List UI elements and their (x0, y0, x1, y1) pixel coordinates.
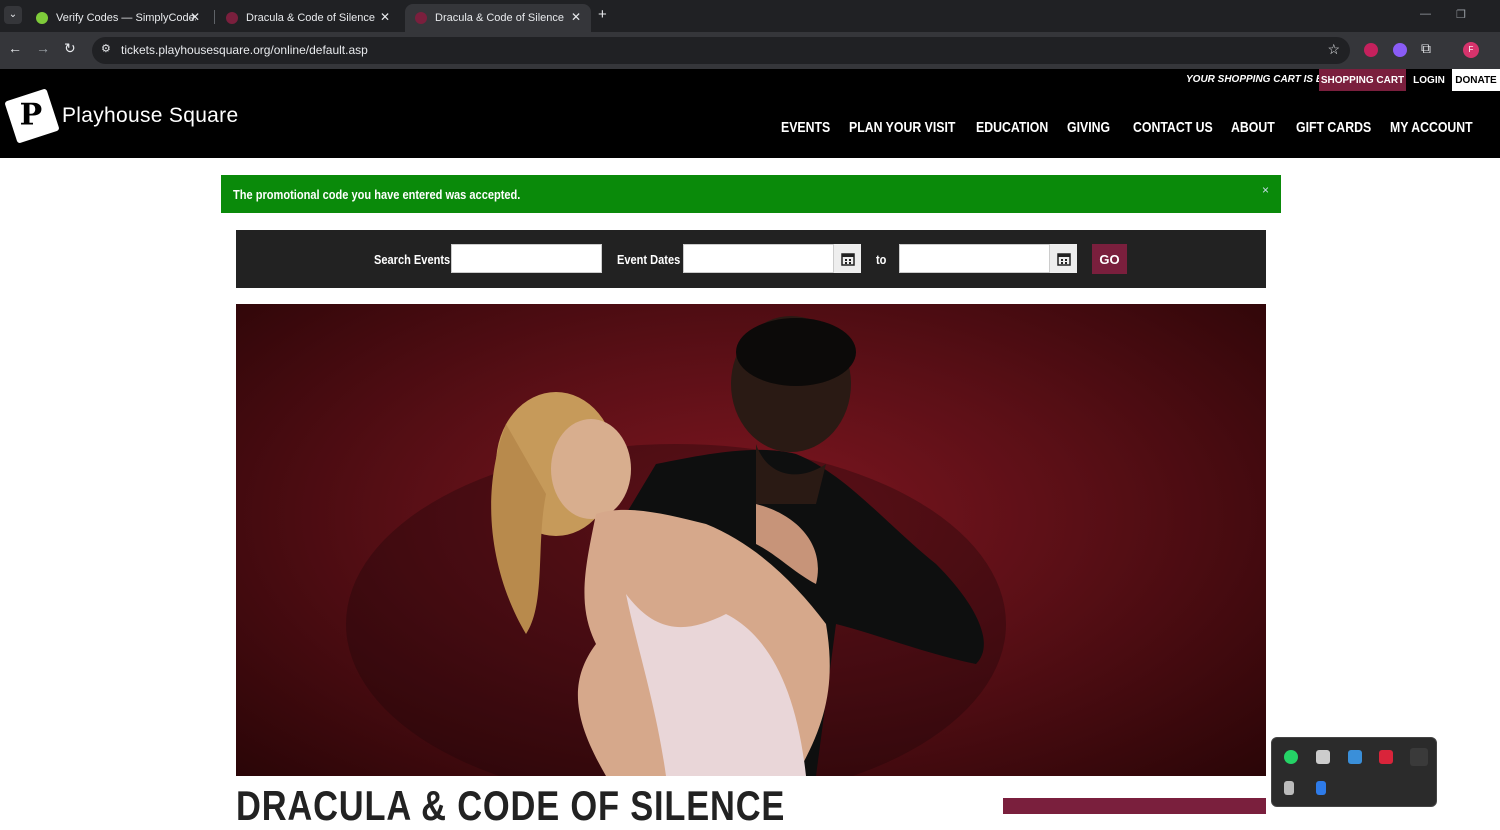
nav-gift-cards[interactable]: GIFT CARDS (1296, 119, 1371, 136)
forward-arrow-icon[interactable]: → (36, 40, 50, 56)
login-button[interactable]: LOGIN (1407, 69, 1451, 91)
alert-message: The promotional code you have entered wa… (233, 187, 521, 202)
playhouse-favicon-icon (226, 12, 238, 24)
browser-tab-bar: ⌄ Verify Codes — SimplyCodes ✕ Dracula &… (0, 0, 1500, 32)
back-arrow-icon[interactable]: ← (8, 40, 22, 56)
simplycodes-favicon-icon (36, 12, 48, 24)
address-bar[interactable]: ⚙ tickets.playhousesquare.org/online/def… (92, 37, 1350, 64)
event-title: DRACULA & CODE OF SILENCE (236, 782, 786, 829)
tab-divider (214, 10, 215, 24)
playhouse-logo-icon[interactable]: P (4, 88, 60, 144)
search-events-label: Search Events (374, 252, 451, 267)
tab-simplycodes[interactable]: Verify Codes — SimplyCodes ✕ (26, 4, 210, 32)
donate-button[interactable]: DONATE (1452, 69, 1500, 91)
extensions-puzzle-icon[interactable]: ⧉ (1421, 40, 1431, 57)
site-settings-icon[interactable]: ⚙ (101, 42, 111, 55)
usb-drive-icon[interactable] (1284, 781, 1294, 795)
close-tab-icon[interactable]: ✕ (380, 10, 390, 24)
nav-contact-us[interactable]: CONTACT US (1133, 119, 1213, 136)
tab-title: Dracula & Code of Silence | Pla (246, 12, 376, 24)
close-alert-icon[interactable]: × (1262, 183, 1269, 197)
event-dates-label: Event Dates (617, 252, 681, 267)
event-hero-image (236, 304, 1266, 776)
close-tab-icon[interactable]: ✕ (571, 10, 581, 24)
close-tab-icon[interactable]: ✕ (190, 10, 200, 24)
event-search-bar: Search Events Event Dates to GO (236, 230, 1266, 288)
logo-mark-letter: P (19, 97, 43, 133)
playhouse-favicon-icon (415, 12, 427, 24)
browser-toolbar: ← → ↻ ⚙ tickets.playhousesquare.org/onli… (0, 32, 1500, 69)
tab-list-chevron-icon[interactable]: ⌄ (4, 6, 22, 24)
bookmark-star-icon[interactable]: ☆ (1327, 41, 1340, 58)
promo-code-alert: The promotional code you have entered wa… (221, 175, 1281, 213)
red-app-icon[interactable] (1379, 750, 1393, 764)
nav-plan-your-visit[interactable]: PLAN YOUR VISIT (849, 119, 955, 136)
whatsapp-icon[interactable] (1284, 750, 1298, 764)
bluetooth-icon[interactable] (1316, 781, 1326, 795)
minimize-icon[interactable]: — (1420, 8, 1431, 20)
tab-dracula-playhouse[interactable]: Dracula & Code of Silence | Pla ✕ (216, 4, 400, 32)
site-header: P Playhouse Square YOUR SHOPPING CART IS… (0, 69, 1500, 158)
url-text: tickets.playhousesquare.org/online/defau… (121, 43, 368, 57)
menu-kebab-icon[interactable]: ⋮ (1494, 41, 1500, 58)
nav-giving[interactable]: GIVING (1067, 119, 1110, 136)
dancers-photo (346, 316, 1006, 776)
end-date-input[interactable] (899, 244, 1050, 273)
new-tab-button[interactable]: + (598, 6, 607, 23)
tab-title: Dracula & Code of Silence (435, 12, 565, 24)
tab-dracula-active[interactable]: Dracula & Code of Silence ✕ (405, 4, 591, 32)
nav-education[interactable]: EDUCATION (976, 119, 1048, 136)
to-label: to (876, 252, 887, 267)
tab-title: Verify Codes — SimplyCodes (56, 12, 196, 24)
calendar-icon[interactable] (1049, 244, 1077, 273)
restore-icon[interactable]: ❐ (1456, 8, 1466, 21)
go-button[interactable]: GO (1092, 244, 1127, 274)
nav-events[interactable]: EVENTS (781, 119, 830, 136)
feather-icon[interactable] (1410, 748, 1428, 766)
search-events-input[interactable] (451, 244, 602, 273)
start-date-input[interactable] (683, 244, 834, 273)
shopping-cart-button[interactable]: SHOPPING CART (1319, 69, 1406, 91)
nav-my-account[interactable]: MY ACCOUNT (1390, 119, 1473, 136)
nav-about[interactable]: ABOUT (1231, 119, 1275, 136)
pen-app-icon[interactable] (1316, 750, 1330, 764)
system-tray-popup (1271, 737, 1437, 807)
ublock-extension-icon[interactable] (1364, 43, 1378, 57)
purple-extension-icon[interactable] (1393, 43, 1407, 57)
ticket-sidebar-box (1003, 798, 1266, 814)
security-shield-icon[interactable] (1348, 750, 1362, 764)
reload-icon[interactable]: ↻ (64, 40, 76, 57)
calendar-icon[interactable] (833, 244, 861, 273)
profile-avatar[interactable]: F (1463, 42, 1479, 58)
logo-text[interactable]: Playhouse Square (62, 104, 238, 128)
